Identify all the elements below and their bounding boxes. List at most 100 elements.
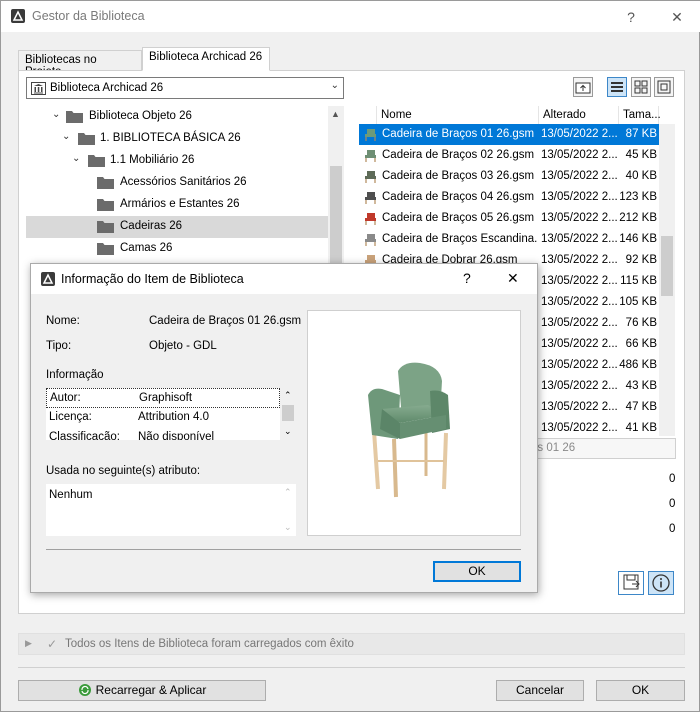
library-manager-window: Gestor da Biblioteca ? ✕ Bibliotecas no …	[0, 0, 700, 712]
list-item[interactable]: Cadeira de Braços Escandina... 13/05/2022…	[359, 229, 659, 250]
list-item-date: 13/05/2022 2...	[541, 128, 618, 140]
list-view-button[interactable]	[607, 77, 627, 97]
list-item[interactable]: Cadeira de Braços 03 26.gsm 13/05/2022 2.…	[359, 166, 659, 187]
folder-up-icon	[575, 82, 591, 94]
attributes-list[interactable]: Autor: Graphisoft Licença: Attribution 4…	[46, 388, 280, 440]
reload-icon	[78, 684, 91, 696]
list-item-size: 92 KB	[625, 254, 657, 266]
check-icon: ✓	[47, 637, 58, 651]
attribute-key: Autor:	[50, 392, 81, 404]
tree-item[interactable]: Armários e Estantes 26	[26, 194, 328, 216]
tree-item[interactable]: ⌄ Biblioteca Objeto 26	[26, 106, 328, 128]
chevron-down-icon: ⌄	[330, 80, 339, 91]
list-item[interactable]: Cadeira de Braços 02 26.gsm 13/05/2022 2.…	[359, 145, 659, 166]
list-item-date: 13/05/2022 2...	[541, 170, 618, 182]
tree-item-label: 1. BIBLIOTECA BÁSICA 26	[100, 132, 241, 144]
dialog-help-button[interactable]: ?	[463, 270, 471, 286]
tab-biblioteca-archicad[interactable]: Biblioteca Archicad 26	[142, 47, 270, 71]
list-header-icon-col[interactable]	[359, 106, 377, 124]
list-item-size: 486 KB	[619, 359, 657, 371]
info-button[interactable]	[648, 571, 674, 595]
expand-arrow-icon[interactable]: ⌄	[72, 153, 80, 164]
list-item-size: 115 KB	[620, 275, 657, 287]
list-item-size: 40 KB	[625, 170, 657, 182]
chair-icon	[365, 213, 376, 225]
chevron-right-icon[interactable]: ▶	[25, 638, 32, 649]
folder-icon	[97, 221, 114, 233]
list-item-name: Cadeira de Braços 03 26.gsm	[382, 170, 535, 182]
list-item-size: 41 KB	[625, 422, 657, 434]
attribute-row[interactable]: Autor: Graphisoft	[46, 388, 280, 408]
expand-arrow-icon[interactable]: ⌄	[62, 131, 70, 142]
tree-item-selected[interactable]: Cadeiras 26	[26, 216, 328, 238]
list-item-date: 13/05/2022 2...	[541, 275, 618, 287]
list-item-name: Cadeira de Braços 05 26.gsm	[382, 212, 535, 224]
save-icon	[623, 574, 640, 590]
list-item[interactable]: Cadeira de Braços 05 26.gsm 13/05/2022 2.…	[359, 208, 659, 229]
scroll-thumb[interactable]	[661, 236, 673, 296]
list-item-size: 146 KB	[619, 233, 657, 245]
scroll-up-icon[interactable]: ⌃	[284, 487, 292, 498]
title-bar: Gestor da Biblioteca ? ✕	[1, 1, 700, 32]
reload-apply-button[interactable]: Recarregar & Aplicar	[18, 680, 266, 701]
library-select-value: Biblioteca Archicad 26	[50, 82, 164, 94]
used-in-list[interactable]: Nenhum	[46, 484, 280, 536]
list-item-size: 105 KB	[619, 296, 657, 308]
folder-icon	[97, 243, 114, 255]
attributes-scrollbar[interactable]: ⌃ ⌄	[280, 388, 296, 440]
library-select[interactable]: Biblioteca Archicad 26 ⌄	[26, 77, 344, 99]
close-button[interactable]: ✕	[667, 7, 687, 27]
tab-bibliotecas-no-projeto[interactable]: Bibliotecas no Projeto	[18, 50, 142, 78]
tree-item[interactable]: Acessórios Sanitários 26	[26, 172, 328, 194]
scroll-down-icon[interactable]: ⌄	[284, 522, 292, 533]
list-item[interactable]: Cadeira de Braços 01 26.gsm 13/05/2022 2.…	[359, 124, 659, 145]
tree-item[interactable]: ⌄ 1.1 Mobiliário 26	[26, 150, 328, 172]
tree-item-label: Acessórios Sanitários 26	[120, 176, 247, 188]
tree-item-label: Armários e Estantes 26	[120, 198, 240, 210]
attribute-value: Não disponível	[138, 431, 215, 440]
tree-scrollbar[interactable]: ▲	[328, 106, 344, 266]
list-item-name: Cadeira de Braços 04 26.gsm	[382, 191, 535, 203]
scroll-up-icon[interactable]: ⌃	[284, 390, 292, 401]
scroll-thumb[interactable]	[282, 405, 294, 421]
folder-icon	[97, 177, 114, 189]
list-scrollbar[interactable]	[659, 124, 675, 436]
list-item-date: 13/05/2022 2...	[541, 422, 618, 434]
cancel-button[interactable]: Cancelar	[496, 680, 584, 701]
folder-up-button[interactable]	[573, 77, 593, 97]
list-item-date: 13/05/2022 2...	[541, 380, 618, 392]
help-button[interactable]: ?	[621, 7, 641, 27]
list-header-name[interactable]: Nome	[377, 106, 539, 124]
library-building-icon	[31, 82, 46, 95]
save-button[interactable]	[618, 571, 644, 595]
info-section-label: Informação	[46, 369, 104, 381]
scroll-up-icon[interactable]: ▲	[331, 109, 340, 119]
list-header-size[interactable]: Tama...	[619, 106, 661, 124]
scroll-thumb[interactable]	[330, 166, 342, 266]
ok-button[interactable]: OK	[596, 680, 685, 701]
list-item-date: 13/05/2022 2...	[541, 149, 618, 161]
folder-tree[interactable]: ⌄ Biblioteca Objeto 26 ⌄ 1. BIBLIOTECA B…	[26, 106, 344, 266]
attribute-row[interactable]: Licença: Attribution 4.0	[46, 408, 280, 428]
tree-item[interactable]: ⌄ 1. BIBLIOTECA BÁSICA 26	[26, 128, 328, 150]
list-item[interactable]: Cadeira de Braços 04 26.gsm 13/05/2022 2.…	[359, 187, 659, 208]
large-icons-view-button[interactable]	[654, 77, 674, 97]
attribute-row[interactable]: Classificação: Não disponível	[46, 428, 280, 440]
list-header-date[interactable]: Alterado	[539, 106, 619, 124]
tree-item-label: 1.1 Mobiliário 26	[110, 154, 195, 166]
dialog-ok-button[interactable]: OK	[433, 561, 521, 582]
list-item-date: 13/05/2022 2...	[541, 359, 618, 371]
folder-icon	[97, 199, 114, 211]
list-item-date: 13/05/2022 2...	[541, 401, 618, 413]
list-item-size: 87 KB	[625, 128, 657, 140]
grid-view-icon	[634, 80, 648, 94]
item-info-dialog: Informação do Item de Biblioteca ? ✕ Nom…	[30, 263, 538, 593]
scroll-down-icon[interactable]: ⌄	[284, 426, 292, 437]
used-in-scrollbar[interactable]: ⌃ ⌄	[280, 484, 296, 536]
tree-item[interactable]: Camas 26	[26, 238, 328, 260]
large-view-icon	[657, 80, 671, 94]
list-item-date: 13/05/2022 2...	[541, 233, 618, 245]
expand-arrow-icon[interactable]: ⌄	[52, 109, 60, 120]
small-icons-view-button[interactable]	[631, 77, 651, 97]
dialog-close-button[interactable]: ✕	[507, 270, 519, 287]
